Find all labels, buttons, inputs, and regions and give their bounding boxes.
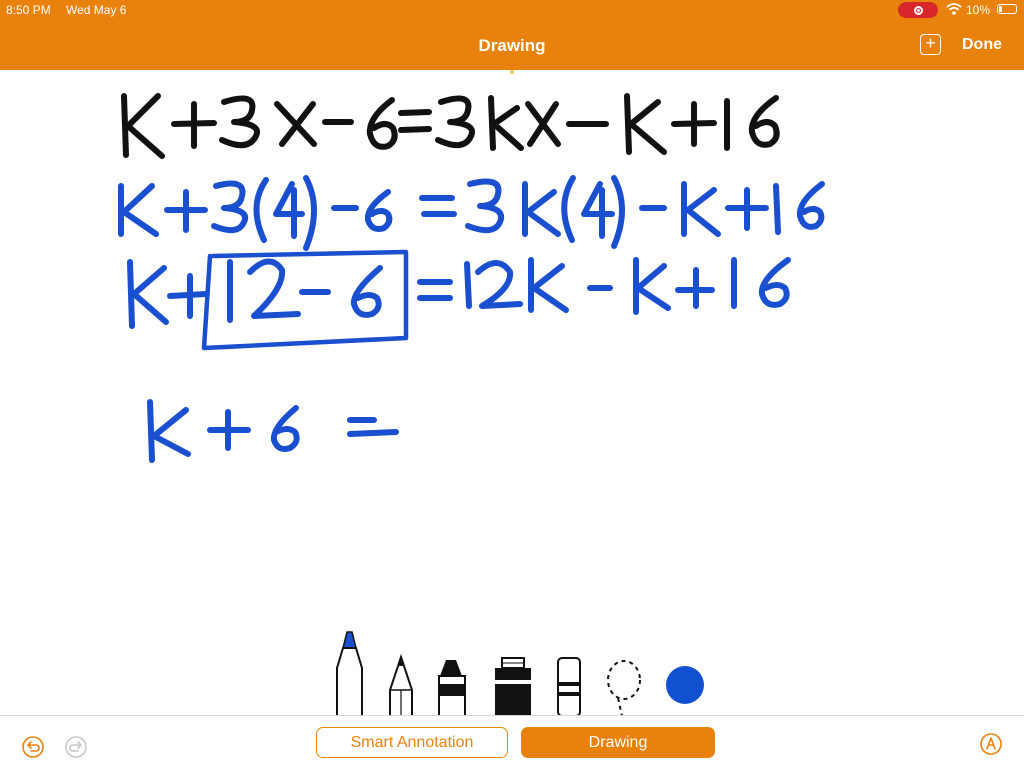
drawing-canvas[interactable] [0,70,1024,715]
done-button[interactable]: Done [962,36,1002,54]
smart-annotation-tab[interactable]: Smart Annotation [316,727,508,758]
paint-tool[interactable] [495,657,531,715]
equation-line-4 [147,399,399,463]
redo-icon[interactable] [65,736,87,758]
cursor-dot [510,70,514,74]
equation-line-3 [127,257,791,329]
pen-circle-icon[interactable] [980,733,1002,755]
bottom-toolbar: Smart Annotation Drawing [0,715,1024,769]
pencil-tool[interactable] [389,653,413,715]
plus-icon: + [925,33,936,53]
add-page-button[interactable]: + [920,34,941,55]
status-date: Wed May 6 [66,3,127,17]
status-time: 8:50 PM [6,3,51,17]
crayon-tool[interactable] [438,660,466,715]
color-swatch[interactable] [666,666,704,704]
battery-icon [997,4,1017,14]
equation-line-2 [118,175,825,251]
lasso-tool[interactable] [607,660,641,715]
battery-percent: 10% [966,3,991,17]
eraser-tool[interactable] [557,657,581,715]
equation-line-1 [121,93,780,159]
tool-palette [336,631,704,715]
undo-icon[interactable] [22,736,44,758]
screen-recording-icon[interactable] [898,2,938,18]
marker-tool[interactable] [336,631,363,715]
page-title: Drawing [478,36,546,55]
drawing-tab[interactable]: Drawing [521,727,715,758]
wifi-icon [946,3,962,15]
app-header: 8:50 PM Wed May 6 10% Drawing + Done [0,0,1024,70]
